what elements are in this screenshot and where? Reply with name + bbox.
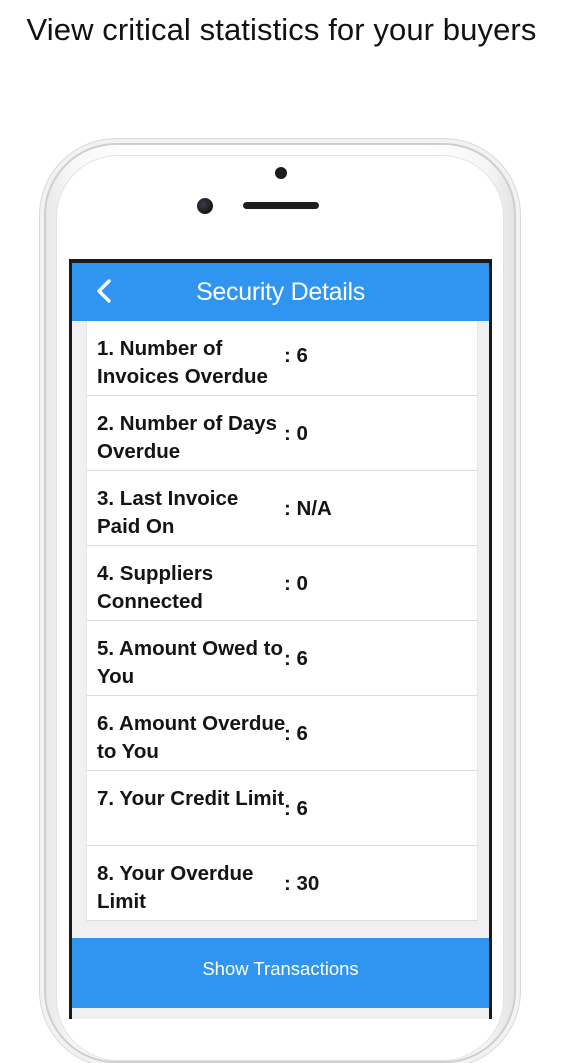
list-item: 7. Your Credit Limit : 6 bbox=[87, 771, 477, 846]
list-item: 2. Number of Days Overdue : 0 bbox=[87, 396, 477, 471]
navigation-bar: Security Details bbox=[72, 263, 489, 321]
detail-label: 7. Your Credit Limit bbox=[97, 787, 285, 810]
detail-label: 4. Suppliers Connected bbox=[97, 562, 214, 613]
detail-label: 6. Amount Overdue to You bbox=[97, 712, 286, 763]
app-view: Security Details 1. Number of Invoices O… bbox=[72, 263, 489, 1019]
security-details-list: 1. Number of Invoices Overdue : 6 2. Num… bbox=[86, 321, 478, 921]
phone-screen: Security Details 1. Number of Invoices O… bbox=[69, 259, 492, 1019]
detail-label: 1. Number of Invoices Overdue bbox=[97, 337, 268, 388]
detail-label: 8. Your Overdue Limit bbox=[97, 862, 254, 913]
detail-value: : 30 bbox=[284, 872, 320, 895]
list-item: 3. Last Invoice Paid On : N/A bbox=[87, 471, 477, 546]
detail-value: : 6 bbox=[284, 647, 308, 670]
detail-value: : 0 bbox=[284, 572, 308, 595]
earpiece-speaker bbox=[243, 202, 319, 209]
proximity-sensor bbox=[275, 167, 287, 179]
detail-value: : 6 bbox=[284, 797, 308, 820]
detail-value: : 6 bbox=[284, 722, 308, 745]
promo-caption: View critical statistics for your buyers bbox=[26, 12, 537, 47]
detail-value: : 6 bbox=[284, 344, 308, 367]
page-title: Security Details bbox=[196, 278, 365, 306]
list-item: 4. Suppliers Connected : 0 bbox=[87, 546, 477, 621]
list-item: 5. Amount Owed to You : 6 bbox=[87, 621, 477, 696]
detail-value: : N/A bbox=[284, 497, 332, 520]
list-item: 1. Number of Invoices Overdue : 6 bbox=[87, 321, 477, 396]
list-item: 8. Your Overdue Limit : 30 bbox=[87, 846, 477, 921]
detail-label: 3. Last Invoice Paid On bbox=[97, 487, 239, 538]
detail-value: : 0 bbox=[284, 422, 308, 445]
detail-label: 5. Amount Owed to You bbox=[97, 637, 284, 688]
list-item: 6. Amount Overdue to You : 6 bbox=[87, 696, 477, 771]
show-transactions-button[interactable]: Show Transactions bbox=[72, 938, 489, 1008]
detail-label: 2. Number of Days Overdue bbox=[97, 412, 277, 463]
front-camera-icon bbox=[197, 198, 213, 214]
